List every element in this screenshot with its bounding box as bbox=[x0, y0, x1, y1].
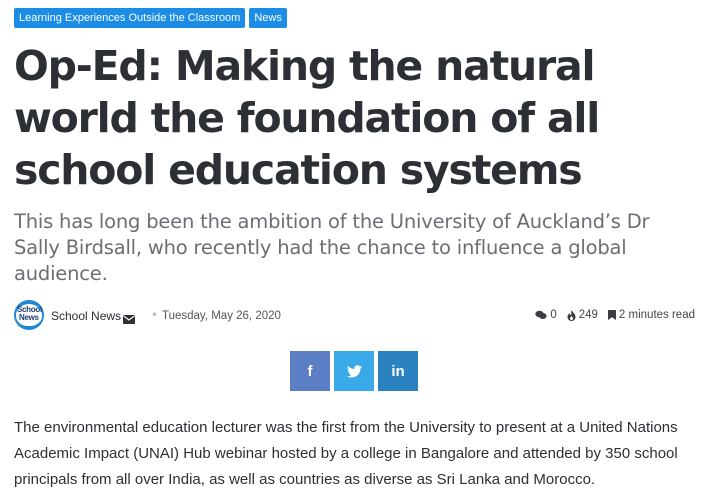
post-meta: School News School News • Tuesday, May 2… bbox=[14, 300, 695, 332]
post-date: Tuesday, May 26, 2020 bbox=[162, 310, 281, 322]
share-facebook-button[interactable]: f bbox=[290, 351, 330, 391]
fire-icon bbox=[567, 309, 576, 321]
article-body-paragraph: The environmental education lecturer was… bbox=[14, 419, 678, 488]
category-tag-news[interactable]: News bbox=[249, 8, 287, 28]
bookmark-icon bbox=[607, 310, 616, 320]
post-stats: 0 249 2 minutes read bbox=[525, 309, 695, 321]
email-icon[interactable] bbox=[123, 310, 135, 324]
avatar-text-line2: News bbox=[19, 313, 39, 322]
linkedin-icon: in bbox=[391, 362, 405, 380]
article-subtitle: This has long been the ambition of the U… bbox=[14, 210, 650, 285]
share-linkedin-button[interactable]: in bbox=[378, 351, 418, 391]
read-time-value: 2 minutes read bbox=[618, 309, 695, 321]
share-buttons: f in bbox=[290, 351, 418, 391]
comments-count-value: 0 bbox=[550, 309, 557, 321]
author-link[interactable]: School News bbox=[51, 309, 121, 323]
meta-separator-dot: • bbox=[151, 308, 159, 322]
category-tag-learning-outside-classroom[interactable]: Learning Experiences Outside the Classro… bbox=[14, 8, 246, 28]
author-avatar[interactable]: School News bbox=[14, 300, 44, 330]
comments-count[interactable]: 0 bbox=[535, 309, 557, 321]
read-time: 2 minutes read bbox=[607, 309, 695, 321]
views-count-value: 249 bbox=[578, 309, 598, 321]
comments-icon bbox=[535, 310, 547, 319]
category-tags: Learning Experiences Outside the Classro… bbox=[14, 8, 287, 28]
twitter-icon bbox=[346, 364, 362, 377]
views-count: 249 bbox=[567, 309, 598, 321]
share-twitter-button[interactable] bbox=[334, 351, 374, 391]
facebook-icon: f bbox=[307, 362, 313, 380]
article-title: Op-Ed: Making the natural world the foun… bbox=[14, 42, 600, 194]
